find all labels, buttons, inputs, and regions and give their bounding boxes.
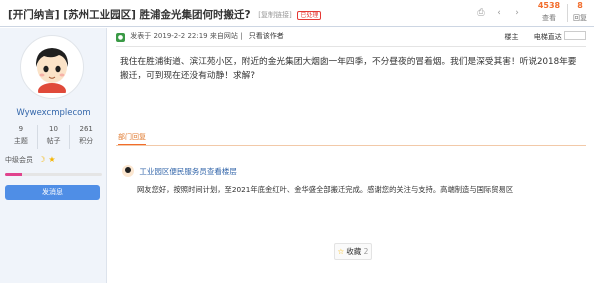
posts-count: 10 (49, 125, 58, 133)
avatar[interactable] (20, 35, 84, 99)
published-prefix: 发表于 (130, 32, 152, 40)
moon-icon: ☽ (38, 155, 46, 164)
reply-header: 工业园区便民服务员查看楼层 (122, 165, 237, 177)
post-source: 来自网站 (209, 32, 238, 40)
category-tag[interactable]: [开门纳言] (8, 9, 60, 21)
views-stat: 4538 查看 (536, 1, 562, 23)
author-sidebar: Wywexcmplecom 9 主题 10 帖子 261 积分 中级会员 ☽ ★ … (0, 28, 107, 283)
avatar-icon (35, 48, 69, 93)
level-progress-bar (5, 173, 102, 176)
points-label: 积分 (79, 137, 94, 145)
post-meta-bar: ● 发表于 2019-2-2 22:19 来自网站 | 只看该作者 楼主 电梯直… (116, 31, 586, 44)
posts-stat[interactable]: 10 帖子 (38, 125, 71, 149)
send-message-button[interactable]: 发消息 (5, 185, 100, 200)
department-avatar-icon (122, 165, 134, 177)
status-badge: 已处理 (297, 11, 322, 20)
previous-icon[interactable]: ‹ (494, 8, 504, 18)
reply-tab-underline (116, 145, 586, 146)
member-group-label: 中级会员 (5, 156, 33, 164)
department-name-link[interactable]: 工业园区便民服务员查看楼层 (139, 167, 237, 176)
level-progress-fill (5, 173, 23, 176)
posts-label: 帖子 (46, 137, 61, 145)
thread-header: [开门纳言] [苏州工业园区] 胜浦金光集团何时搬迁? [复制链接] 已处理 ⎙… (0, 0, 594, 27)
replies-stat: 8 回复 (571, 1, 589, 23)
author-name[interactable]: Wywexcmplecom (0, 108, 107, 118)
department-reply-tab[interactable]: 部门回复 (118, 132, 146, 146)
thread-title-row: [开门纳言] [苏州工业园区] 胜浦金光集团何时搬迁? [复制链接] 已处理 (8, 7, 322, 22)
post-meta-left: ● 发表于 2019-2-2 22:19 来自网站 | 只看该作者 (116, 31, 284, 42)
topics-count: 9 (18, 125, 24, 133)
replies-count: 8 (577, 1, 583, 10)
goto-floor-label: 电梯直达 (533, 33, 562, 41)
favorite-count: 2 (363, 247, 369, 256)
points-stat[interactable]: 261 积分 (70, 125, 102, 149)
only-author-link[interactable]: 只看该作者 (249, 32, 284, 40)
thread-title: 胜浦金光集团何时搬迁? (139, 9, 251, 21)
published-time: 2019-2-2 22:19 (153, 32, 208, 40)
post-content: 我住在胜浦街道、滨江苑小区，附近的金光集团大烟囱一年四季，不分昼夜的冒着烟。我们… (120, 57, 577, 81)
star-icon: ★ (48, 155, 56, 164)
reply-content: 网友您好，按照时间计划，至2021年底金红叶、金华盛全部搬迁完成。感谢您的关注与… (137, 185, 514, 194)
favorite-button[interactable]: ☆ 收藏 2 (334, 243, 372, 260)
goto-floor-input[interactable] (564, 31, 586, 40)
favorite-label: 收藏 (346, 247, 362, 256)
online-status-icon: ● (116, 33, 125, 42)
meta-divider-line (116, 46, 586, 47)
points-count: 261 (79, 125, 93, 133)
views-label: 查看 (542, 14, 556, 22)
topics-label: 主题 (13, 137, 28, 145)
stat-divider (567, 4, 568, 22)
area-tag[interactable]: [苏州工业园区] (63, 9, 136, 21)
floor-label: 楼主 (504, 33, 519, 41)
star-icon: ☆ (337, 247, 345, 256)
member-group: 中级会员 ☽ ★ (5, 155, 56, 165)
meta-divider: | (240, 32, 243, 40)
topics-stat[interactable]: 9 主题 (5, 125, 38, 149)
next-icon[interactable]: › (512, 8, 522, 18)
views-count: 4538 (537, 1, 561, 10)
author-stats: 9 主题 10 帖子 261 积分 (5, 125, 102, 149)
replies-label: 回复 (573, 14, 587, 22)
copy-link-button[interactable]: [复制链接] (258, 11, 291, 19)
print-icon[interactable]: ⎙ (476, 8, 486, 18)
post-meta-right: 楼主 电梯直达 (505, 31, 586, 42)
